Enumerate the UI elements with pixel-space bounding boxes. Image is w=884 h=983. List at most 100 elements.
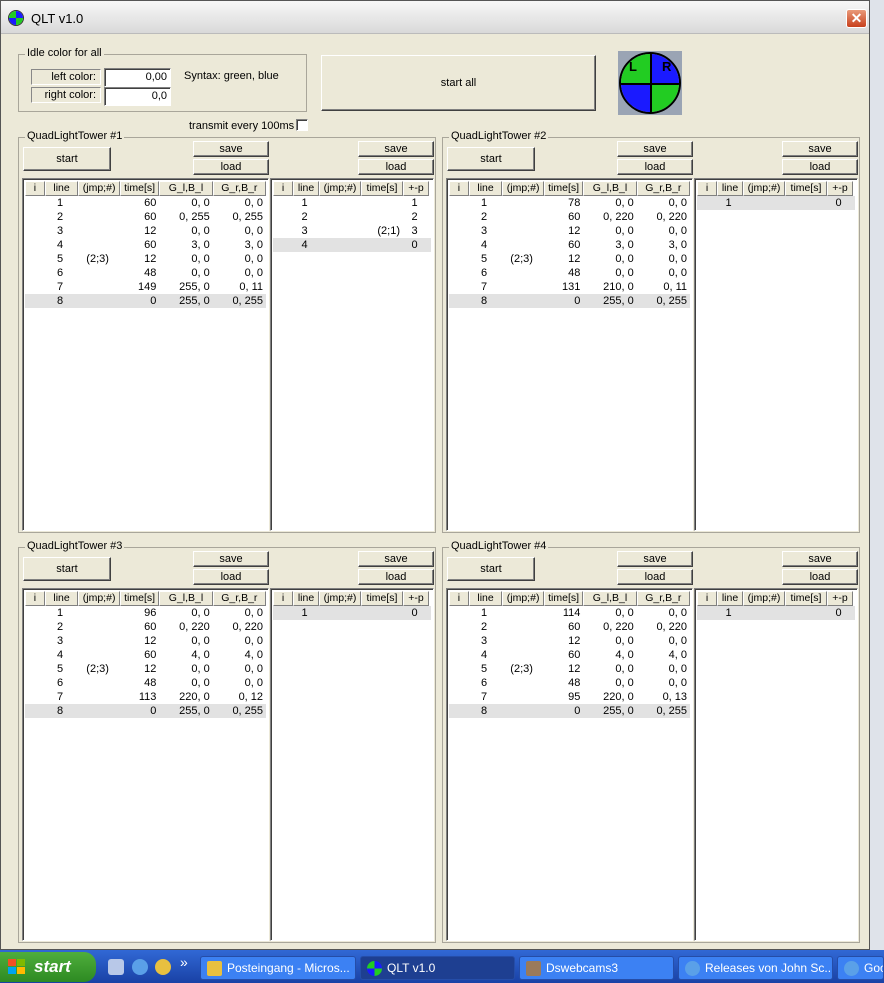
quicklaunch-desktop-icon[interactable]	[108, 959, 124, 975]
taskbar-item-goo[interactable]: Goo	[837, 956, 884, 980]
table-row[interactable]: 2 60 0, 255 0, 255	[25, 210, 266, 224]
main-save-button[interactable]: save	[617, 551, 693, 567]
table-row[interactable]: 3 12 0, 0 0, 0	[449, 634, 690, 648]
column-header[interactable]: i	[273, 181, 293, 196]
column-header[interactable]: time[s]	[785, 181, 827, 196]
table-row[interactable]: 11	[273, 196, 431, 210]
main-load-button[interactable]: load	[193, 159, 269, 175]
column-header[interactable]: i	[697, 181, 717, 196]
column-header[interactable]: (jmp;#)	[78, 591, 120, 606]
column-header[interactable]: i	[25, 591, 45, 606]
column-header[interactable]: time[s]	[119, 181, 160, 196]
main-load-button[interactable]: load	[193, 569, 269, 585]
column-header[interactable]: +-p	[827, 591, 853, 606]
column-header[interactable]: time[s]	[119, 591, 160, 606]
table-row[interactable]: 4 60 4, 0 4, 0	[25, 648, 266, 662]
table-row[interactable]: 1 60 0, 0 0, 0	[25, 196, 266, 210]
table-row[interactable]: 5 (2;3) 12 0, 0 0, 0	[25, 252, 266, 266]
column-header[interactable]: i	[449, 591, 469, 606]
quicklaunch-ie-icon[interactable]	[132, 959, 148, 975]
column-header[interactable]: time[s]	[361, 181, 403, 196]
column-header[interactable]: line	[293, 591, 319, 606]
table-row[interactable]: 1 114 0, 0 0, 0	[449, 606, 690, 620]
taskbar-item-qlt[interactable]: QLT v1.0	[360, 956, 515, 980]
column-header[interactable]: i	[697, 591, 717, 606]
seq-save-button[interactable]: save	[358, 141, 434, 157]
table-row[interactable]: 3 12 0, 0 0, 0	[25, 634, 266, 648]
column-header[interactable]: (jmp;#)	[743, 181, 785, 196]
column-header[interactable]: G_l,B_l	[583, 591, 637, 606]
start-menu-button[interactable]: start	[0, 952, 96, 982]
column-header[interactable]: line	[468, 181, 503, 196]
table-row[interactable]: 4 60 3, 0 3, 0	[449, 238, 690, 252]
column-header[interactable]: i	[449, 181, 469, 196]
main-load-button[interactable]: load	[617, 569, 693, 585]
table-row[interactable]: 10	[697, 606, 855, 620]
column-header[interactable]: G_r,B_r	[636, 181, 691, 196]
table-row[interactable]: 6 48 0, 0 0, 0	[25, 676, 266, 690]
column-header[interactable]: time[s]	[785, 591, 827, 606]
table-row[interactable]: 1 78 0, 0 0, 0	[449, 196, 690, 210]
main-list[interactable]: i line (jmp;#) time[s] G_l,B_l G_r,B_r 1 60 0, 0…	[22, 178, 269, 531]
table-row[interactable]: 6 48 0, 0 0, 0	[449, 266, 690, 280]
tower-start-button[interactable]: start	[447, 147, 535, 171]
column-header[interactable]: (jmp;#)	[319, 181, 361, 196]
column-header[interactable]: i	[273, 591, 293, 606]
column-header[interactable]: (jmp;#)	[743, 591, 785, 606]
seq-load-button[interactable]: load	[358, 569, 434, 585]
table-row[interactable]: 3 (2;1) 3	[273, 224, 431, 238]
tower-start-button[interactable]: start	[23, 147, 111, 171]
seq-save-button[interactable]: save	[358, 551, 434, 567]
main-list[interactable]: i line (jmp;#) time[s] G_l,B_l G_r,B_r 1 96 0, 0…	[22, 588, 269, 941]
quicklaunch-outlook-icon[interactable]	[155, 959, 171, 975]
main-save-button[interactable]: save	[193, 141, 269, 157]
seq-load-button[interactable]: load	[358, 159, 434, 175]
main-save-button[interactable]: save	[617, 141, 693, 157]
seq-save-button[interactable]: save	[782, 551, 858, 567]
taskbar-item-posteingang[interactable]: Posteingang - Micros...	[200, 956, 356, 980]
sequence-list[interactable]: i line (jmp;#) time[s] +-p 1 0	[694, 588, 858, 941]
table-row[interactable]: 2 60 0, 220 0, 220	[449, 620, 690, 634]
column-header[interactable]: line	[717, 181, 743, 196]
column-header[interactable]: (jmp;#)	[78, 181, 120, 196]
main-list[interactable]: i line (jmp;#) time[s] G_l,B_l G_r,B_r 1 114 0, …	[446, 588, 693, 941]
table-row[interactable]: 8 0 255, 0 0, 255	[25, 704, 266, 718]
column-header[interactable]: G_l,B_l	[159, 591, 213, 606]
sequence-list[interactable]: i line (jmp;#) time[s] +-p 1 0	[694, 178, 858, 531]
column-header[interactable]: line	[44, 591, 79, 606]
table-row[interactable]: 40	[273, 238, 431, 252]
table-row[interactable]: 5 (2;3) 12 0, 0 0, 0	[449, 252, 690, 266]
table-row[interactable]: 7 149 255, 0 0, 11	[25, 280, 266, 294]
table-row[interactable]: 22	[273, 210, 431, 224]
column-header[interactable]: +-p	[827, 181, 853, 196]
transmit-checkbox[interactable]	[296, 119, 308, 131]
seq-load-button[interactable]: load	[782, 159, 858, 175]
tower-start-button[interactable]: start	[447, 557, 535, 581]
table-row[interactable]: 4 60 4, 0 4, 0	[449, 648, 690, 662]
main-save-button[interactable]: save	[193, 551, 269, 567]
column-header[interactable]: time[s]	[543, 181, 584, 196]
column-header[interactable]: G_l,B_l	[583, 181, 637, 196]
column-header[interactable]: G_r,B_r	[636, 591, 691, 606]
column-header[interactable]: i	[25, 181, 45, 196]
table-row[interactable]: 4 60 3, 0 3, 0	[25, 238, 266, 252]
table-row[interactable]: 6 48 0, 0 0, 0	[449, 676, 690, 690]
table-row[interactable]: 3 12 0, 0 0, 0	[449, 224, 690, 238]
column-header[interactable]: line	[44, 181, 79, 196]
column-header[interactable]: line	[717, 591, 743, 606]
table-row[interactable]: 6 48 0, 0 0, 0	[25, 266, 266, 280]
column-header[interactable]: line	[293, 181, 319, 196]
seq-load-button[interactable]: load	[782, 569, 858, 585]
table-row[interactable]: 2 60 0, 220 0, 220	[25, 620, 266, 634]
table-row[interactable]: 7 113 220, 0 0, 12	[25, 690, 266, 704]
table-row[interactable]: 7 131 210, 0 0, 11	[449, 280, 690, 294]
column-header[interactable]: G_r,B_r	[212, 181, 267, 196]
column-header[interactable]: time[s]	[543, 591, 584, 606]
start-all-button[interactable]: start all	[321, 55, 596, 111]
left-color-field[interactable]: 0,00	[104, 68, 171, 87]
table-row[interactable]: 2 60 0, 220 0, 220	[449, 210, 690, 224]
column-header[interactable]: (jmp;#)	[502, 591, 544, 606]
taskbar-item-releases[interactable]: Releases von John Sc...	[678, 956, 833, 980]
column-header[interactable]: line	[468, 591, 503, 606]
table-row[interactable]: 5 (2;3) 12 0, 0 0, 0	[449, 662, 690, 676]
